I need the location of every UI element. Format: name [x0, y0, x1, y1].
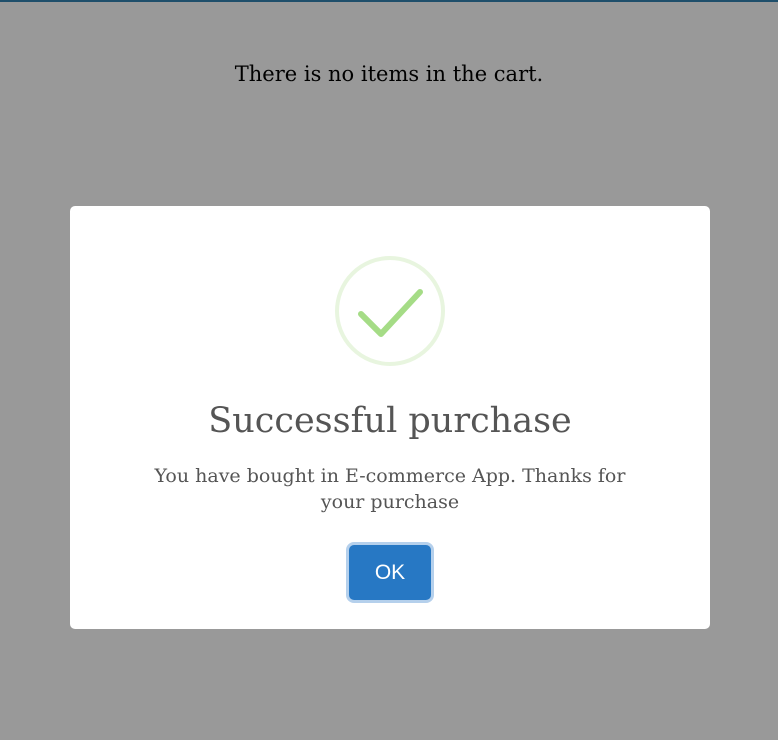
modal-message: You have bought in E-commerce App. Thank…	[154, 465, 626, 513]
ok-button[interactable]: OK	[349, 545, 431, 600]
success-check-icon	[335, 256, 445, 366]
empty-cart-message: There is no items in the cart.	[234, 62, 544, 86]
top-border	[0, 0, 778, 2]
success-modal: Successful purchase You have bought in E…	[70, 206, 710, 629]
modal-title: Successful purchase	[208, 401, 572, 441]
